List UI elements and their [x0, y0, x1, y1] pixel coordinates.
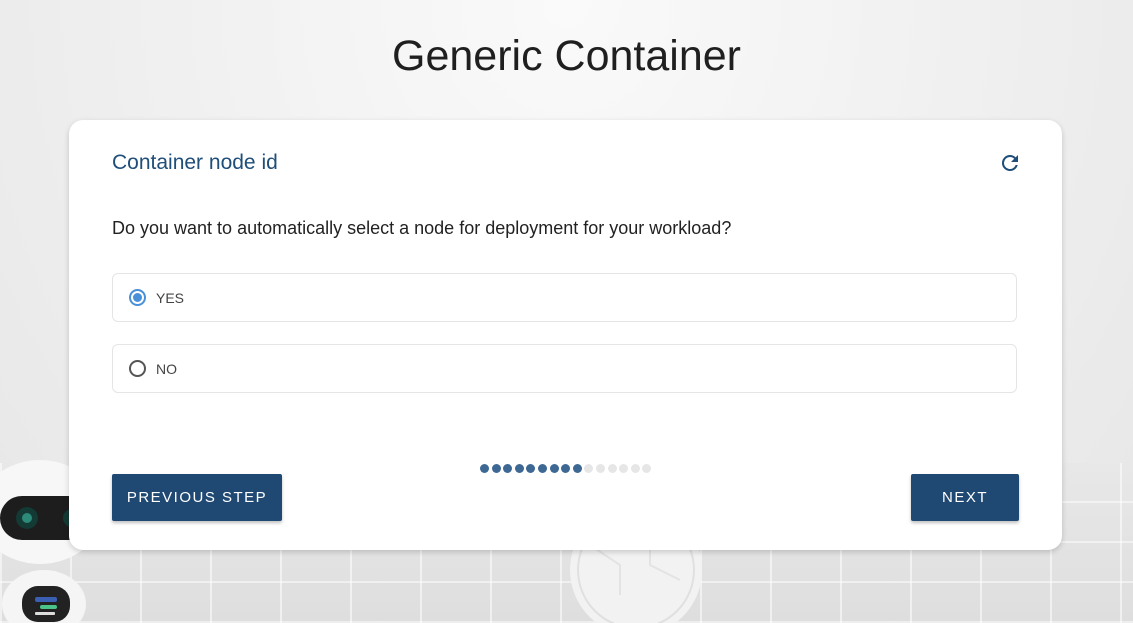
- card-title: Container node id: [112, 151, 278, 174]
- step-progress: [480, 464, 652, 473]
- radio-yes[interactable]: [129, 289, 146, 306]
- step-dot: [537, 464, 547, 473]
- radio-no[interactable]: [129, 360, 146, 377]
- option-no-label: NO: [156, 361, 177, 377]
- step-dot: [619, 464, 629, 473]
- page-title: Generic Container: [392, 32, 741, 80]
- step-dot: [480, 464, 489, 473]
- question-text: Do you want to automatically select a no…: [112, 218, 732, 238]
- step-dot: [526, 464, 536, 473]
- step-dot: [642, 464, 652, 473]
- step-dot: [561, 464, 571, 473]
- previous-step-button[interactable]: PREVIOUS STEP: [112, 474, 282, 521]
- step-dot: [630, 464, 640, 473]
- next-button[interactable]: NEXT: [911, 474, 1019, 521]
- option-yes[interactable]: YES: [112, 273, 1017, 322]
- wizard-card: Container node id Do you want to automat…: [69, 120, 1062, 550]
- option-no[interactable]: NO: [112, 344, 1017, 393]
- step-dot: [595, 464, 605, 473]
- step-dot: [491, 464, 501, 473]
- step-dot: [584, 464, 594, 473]
- refresh-icon[interactable]: [998, 151, 1022, 175]
- step-dot: [514, 464, 524, 473]
- step-dot: [572, 464, 582, 473]
- step-dot: [503, 464, 513, 473]
- step-dot: [607, 464, 617, 473]
- option-yes-label: YES: [156, 290, 185, 306]
- step-dot: [549, 464, 559, 473]
